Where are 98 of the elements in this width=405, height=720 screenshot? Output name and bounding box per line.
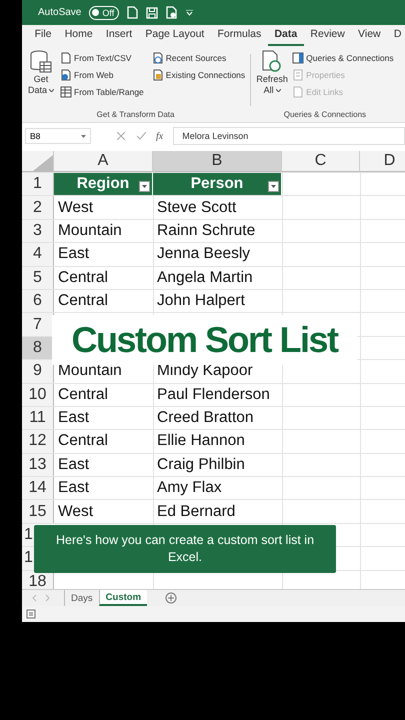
row-header[interactable]: 1 xyxy=(22,524,34,546)
table-cell-text: West xyxy=(57,502,94,522)
column-header[interactable]: D xyxy=(360,151,405,172)
table-header-cell: Person xyxy=(153,173,282,196)
link-document-icon xyxy=(292,86,304,98)
row-header[interactable]: 9 xyxy=(22,360,54,383)
button-label: Get xyxy=(34,74,48,85)
row-header[interactable]: 6 xyxy=(22,290,54,312)
check-icon[interactable] xyxy=(137,132,146,140)
row-header[interactable]: 2 xyxy=(22,196,54,219)
table-cell-text: Craig Philbin xyxy=(156,454,246,475)
caret-icon[interactable] xyxy=(186,10,194,16)
table-cell-text: Central xyxy=(57,291,109,312)
table-cell-text: Angela Martin xyxy=(156,268,254,288)
globe-document-icon xyxy=(60,68,72,80)
sheet-tab[interactable]: Custom xyxy=(98,590,148,606)
row-header[interactable]: 13 xyxy=(22,454,54,476)
column-header[interactable]: A xyxy=(54,151,153,172)
get-data-button[interactable]: Get Data xyxy=(26,50,56,110)
macro-icon[interactable] xyxy=(26,609,36,619)
ribbon-tab[interactable]: Page Layout xyxy=(138,28,211,46)
refresh-all-button[interactable]: Refresh All xyxy=(256,50,288,110)
row-header[interactable]: 11 xyxy=(22,406,54,430)
row-header[interactable]: 12 xyxy=(22,430,54,453)
ribbon-tab[interactable]: File xyxy=(28,28,58,46)
autosave-label: AutoSave xyxy=(38,7,82,18)
row-header[interactable]: 4 xyxy=(22,243,54,266)
title-banner: Custom Sort List xyxy=(52,315,357,365)
name-box[interactable]: B8 xyxy=(25,128,91,144)
autosave-toggle[interactable]: Off xyxy=(89,6,120,20)
database-icon xyxy=(30,50,52,74)
table-cell-text: Central xyxy=(57,268,109,288)
column-header[interactable]: B xyxy=(153,151,282,172)
document-icon[interactable] xyxy=(166,6,178,19)
row-header[interactable]: 5 xyxy=(22,266,54,289)
add-sheet-icon[interactable] xyxy=(165,592,178,604)
table-cell-text: Steve Scott xyxy=(156,198,238,218)
row-header[interactable]: 3 xyxy=(22,220,54,242)
caret-icon xyxy=(81,134,86,138)
table-cell-text: East xyxy=(57,244,90,264)
caret-icon xyxy=(276,89,281,92)
table-cell-text: Ed Bernard xyxy=(156,502,236,522)
new-document-icon[interactable] xyxy=(127,6,138,19)
ribbon-tab[interactable]: D xyxy=(387,28,405,46)
table-cell-text: Amy Flax xyxy=(156,478,223,498)
row-header[interactable]: 14 xyxy=(22,477,54,500)
caret-icon xyxy=(271,185,276,188)
ribbon-tab[interactable]: View xyxy=(351,28,388,46)
ribbon-tab[interactable]: Review xyxy=(304,28,352,46)
button-label: Refresh xyxy=(256,74,288,85)
formula-field[interactable]: Melora Levinson xyxy=(173,127,405,145)
save-icon[interactable] xyxy=(146,6,158,18)
table-header-cell: Region xyxy=(54,173,153,196)
table-icon xyxy=(60,86,72,98)
ribbon-tab[interactable]: Formulas xyxy=(210,28,268,46)
ribbon-button[interactable]: From Table/Range xyxy=(60,84,144,99)
filter-dropdown[interactable] xyxy=(139,181,150,192)
group-label: Get & Transform Data xyxy=(96,110,176,121)
button-label: All xyxy=(264,85,274,96)
row-header[interactable]: 10 xyxy=(22,384,54,406)
table-cell-text: Rainn Schrute xyxy=(156,220,256,241)
document-icon xyxy=(60,52,72,64)
table-cell-text: Central xyxy=(57,431,109,452)
row-header[interactable]: 1 xyxy=(22,547,34,570)
table-cell-text: Ellie Hannon xyxy=(156,431,246,452)
ribbon-button[interactable]: From Text/CSV xyxy=(60,50,144,65)
table-cell-text: West xyxy=(57,198,94,218)
properties-icon xyxy=(292,68,304,80)
ribbon-button[interactable]: Recent Sources xyxy=(152,50,246,65)
ribbon-button[interactable]: From Web xyxy=(60,67,144,82)
caption: Here's how you can create a custom sort list in Excel. xyxy=(34,525,336,573)
caret-icon xyxy=(49,89,54,92)
caret-icon xyxy=(142,185,147,188)
table-cell-text: East xyxy=(57,408,90,428)
table-cell-text: East xyxy=(57,478,90,498)
ribbon-tab[interactable]: Insert xyxy=(99,28,139,46)
row-header[interactable]: 7 xyxy=(22,313,54,336)
ribbon-tab[interactable]: Home xyxy=(58,28,100,46)
row-header[interactable]: 1 xyxy=(22,173,54,196)
table-cell-text: Jenna Beesly xyxy=(156,244,252,264)
insert-function-button[interactable]: fx xyxy=(156,130,164,142)
refresh-document-icon xyxy=(262,50,282,74)
table-cell-text: John Halpert xyxy=(156,291,246,312)
table-cell-text: Creed Bratton xyxy=(156,408,254,428)
table-cell-text: Central xyxy=(57,384,109,405)
button-label: Data xyxy=(28,85,47,96)
ribbon-button[interactable]: Existing Connections xyxy=(152,67,246,82)
ribbon-button[interactable]: Queries & Connections xyxy=(292,50,394,65)
table-cell-text: East xyxy=(57,454,90,475)
column-header[interactable]: C xyxy=(282,151,360,172)
filter-dropdown[interactable] xyxy=(268,181,279,192)
group-label: Queries & Connections xyxy=(282,110,368,121)
document-icon xyxy=(152,68,164,80)
clock-document-icon xyxy=(152,52,164,64)
panel-icon xyxy=(292,52,304,64)
table-cell-text: Mountain xyxy=(57,220,123,241)
table-cell-text: Paul Flenderson xyxy=(156,384,271,405)
row-header[interactable]: 15 xyxy=(22,500,54,523)
